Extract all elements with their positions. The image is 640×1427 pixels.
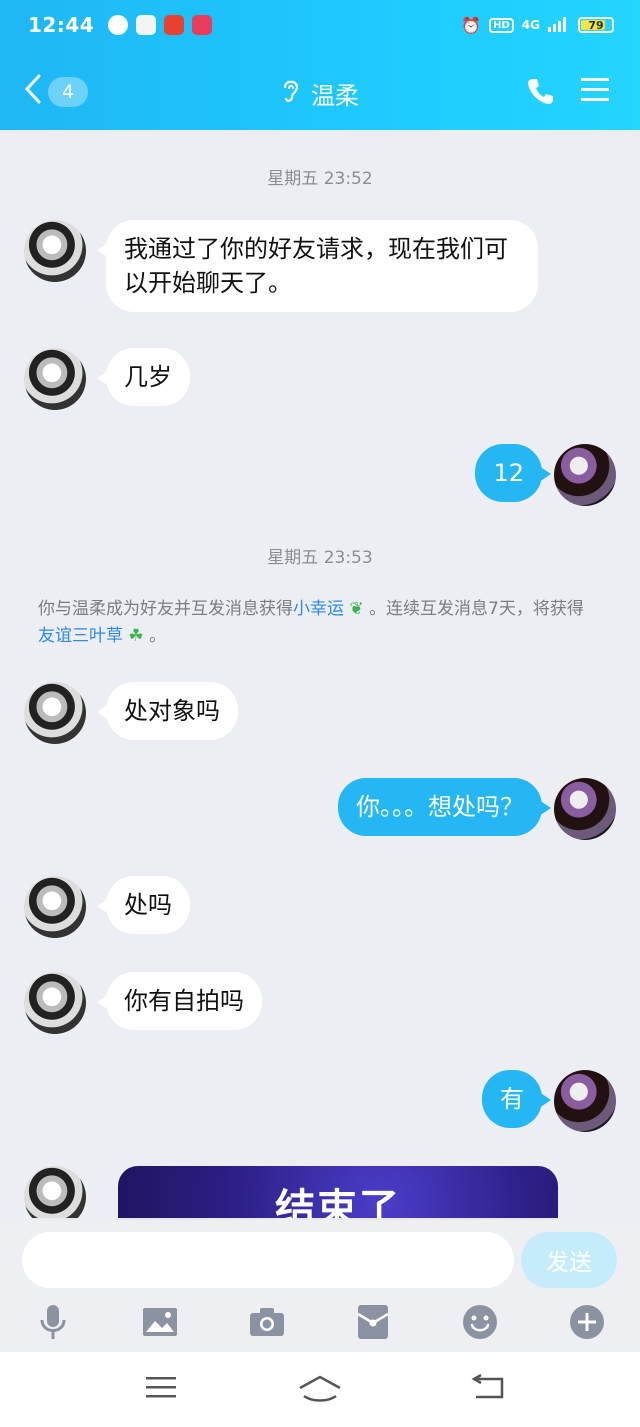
input-toolbar — [0, 1302, 640, 1342]
plus-icon[interactable] — [567, 1302, 607, 1342]
contact-avatar[interactable] — [24, 1166, 86, 1220]
contact-name: 温柔 — [311, 82, 359, 110]
notification-app-icon — [136, 15, 157, 35]
message-bubble-outgoing[interactable]: 有 — [482, 1070, 551, 1128]
ear-icon — [281, 77, 301, 111]
contact-avatar[interactable] — [24, 348, 86, 410]
my-avatar[interactable] — [554, 1070, 616, 1132]
contact-avatar[interactable] — [24, 220, 86, 282]
status-time: 12:44 — [28, 13, 95, 37]
battery-icon: 79 — [578, 17, 614, 33]
message-bubble-outgoing[interactable]: 你。。。想处吗？ — [338, 778, 551, 836]
message-bubble-incoming[interactable]: 你有自拍吗 — [97, 972, 262, 1030]
message-timestamp: 星期五 23:52 — [267, 169, 373, 189]
notice-text: 。连续互发消息7天，将获得 — [369, 599, 584, 619]
recent-apps-icon[interactable] — [144, 1374, 184, 1404]
send-button[interactable]: 发送 — [521, 1232, 617, 1288]
emoji-icon[interactable] — [460, 1302, 500, 1342]
message-bubble-incoming[interactable]: 几岁 — [97, 348, 190, 406]
notification-app-icon — [164, 15, 185, 35]
message-list[interactable]: 星期五 23:52 我通过了你的好友请求，现在我们可以开始聊天了。 几岁 12 … — [0, 130, 640, 1220]
notification-app-icon — [108, 15, 129, 35]
home-icon[interactable] — [298, 1374, 341, 1404]
hd-icon: HD — [489, 17, 514, 33]
contact-avatar[interactable] — [24, 682, 86, 744]
message-bubble-outgoing[interactable]: 12 — [475, 444, 551, 502]
notice-link-clover[interactable]: 友谊三叶草 — [38, 626, 123, 646]
clover-icon: ☘ — [123, 626, 150, 646]
phone-icon[interactable] — [526, 76, 556, 110]
mic-icon[interactable] — [33, 1302, 73, 1342]
image-icon[interactable] — [140, 1302, 180, 1342]
notice-text: 你与温柔成为好友并互发消息获得 — [38, 599, 293, 619]
my-avatar[interactable] — [554, 778, 616, 840]
message-timestamp: 星期五 23:53 — [267, 548, 373, 568]
message-bubble-incoming[interactable]: 处对象吗 — [97, 682, 238, 740]
notice-text: 。 — [149, 626, 167, 646]
contact-avatar[interactable] — [24, 972, 86, 1034]
network-label: 4G — [521, 18, 540, 32]
chat-header: 4 温柔 — [0, 70, 640, 116]
notification-app-icon — [192, 15, 213, 35]
message-bubble-incoming[interactable]: 处吗 — [97, 876, 190, 934]
menu-icon[interactable] — [580, 76, 610, 108]
status-bar: 12:44 ⏰ HD 4G 79 — [28, 10, 614, 40]
message-bubble-incoming[interactable]: 我通过了你的好友请求，现在我们可以开始聊天了。 — [97, 220, 538, 312]
contact-avatar[interactable] — [24, 876, 86, 938]
sprout-icon: ❦ — [344, 599, 370, 619]
top-bar: 12:44 ⏰ HD 4G 79 4 温柔 — [0, 0, 640, 130]
friendship-notice: 你与温柔成为好友并互发消息获得小幸运 ❦ 。连续互发消息7天，将获得友谊三叶草 … — [38, 596, 598, 650]
my-avatar[interactable] — [554, 444, 616, 506]
notification-icons — [108, 15, 213, 35]
message-input[interactable] — [22, 1232, 514, 1288]
battery-level: 79 — [588, 18, 604, 32]
notice-link-lucky[interactable]: 小幸运 — [293, 599, 344, 619]
status-right: ⏰ HD 4G 79 — [461, 16, 614, 35]
alarm-icon: ⏰ — [461, 15, 482, 35]
back-nav-icon[interactable] — [470, 1373, 510, 1404]
image-message-card[interactable]: 结束了 — [118, 1166, 558, 1220]
camera-icon[interactable] — [247, 1302, 287, 1342]
system-nav-bar — [0, 1352, 640, 1427]
red-packet-icon[interactable] — [353, 1302, 393, 1342]
signal-icon — [548, 16, 570, 35]
input-area: 发送 — [0, 1218, 640, 1352]
